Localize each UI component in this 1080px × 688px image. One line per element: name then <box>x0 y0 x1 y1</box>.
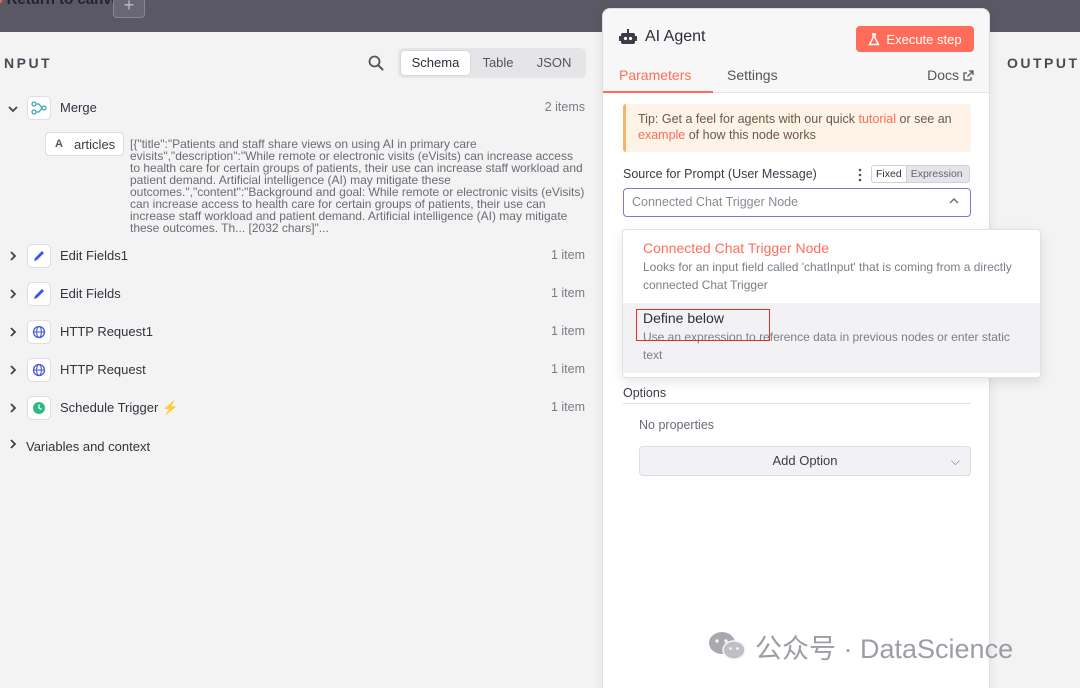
add-button[interactable]: + <box>113 0 145 18</box>
item-count: 1 item <box>550 248 585 262</box>
node-name: Schedule Trigger ⚡ <box>60 400 179 415</box>
view-mode-switch: Schema Table JSON <box>398 48 586 78</box>
example-link[interactable]: example <box>638 128 685 142</box>
node-tabs: Parameters Settings Docs <box>603 65 989 93</box>
node-row-http-request[interactable]: HTTP Request 1 item <box>0 358 602 384</box>
external-link-icon <box>963 69 974 81</box>
node-row-schedule-trigger[interactable]: Schedule Trigger ⚡ 1 item <box>0 396 602 422</box>
execute-step-button[interactable]: Execute step <box>856 26 974 52</box>
field-name: articles <box>74 136 116 152</box>
prompt-source-select[interactable]: Connected Chat Trigger Node <box>623 188 971 217</box>
chevron-right-icon[interactable] <box>6 249 20 263</box>
toggle-expression[interactable]: Expression <box>906 166 969 182</box>
watermark: 公众号 · DataScience <box>707 628 1013 664</box>
node-name: Edit Fields <box>60 286 121 301</box>
item-count: 2 items <box>544 100 585 114</box>
chevron-right-icon[interactable] <box>6 401 20 415</box>
fixed-expression-toggle: Fixed Expression <box>871 165 970 183</box>
prompt-source-dropdown: Connected Chat Trigger Node Looks for an… <box>622 229 1041 378</box>
tip-callout: Tip: Get a feel for agents with our quic… <box>623 104 971 152</box>
wechat-logo-icon <box>709 632 746 660</box>
input-panel: NPUT Schema Table JSON Merge 2 items A a… <box>0 32 602 688</box>
node-row-merge[interactable]: Merge 2 items <box>0 96 602 122</box>
docs-link[interactable]: Docs <box>927 67 974 83</box>
chevron-down-icon: ⌵ <box>950 454 960 468</box>
input-panel-title: NPUT <box>4 55 53 71</box>
chevron-up-icon <box>949 198 959 204</box>
node-name: Edit Fields1 <box>60 248 128 263</box>
prompt-source-label: Source for Prompt (User Message) <box>623 167 817 181</box>
globe-icon <box>27 358 51 382</box>
flask-icon <box>868 32 881 45</box>
no-properties-text: No properties <box>639 418 715 432</box>
node-name: HTTP Request1 <box>60 324 153 339</box>
chevron-down-icon[interactable] <box>6 102 20 116</box>
item-count: 1 item <box>550 286 585 300</box>
more-options-icon[interactable] <box>858 168 862 182</box>
clock-icon <box>27 396 51 420</box>
view-tab-json[interactable]: JSON <box>526 51 582 75</box>
pencil-icon <box>27 282 51 306</box>
tutorial-link[interactable]: tutorial <box>858 112 896 126</box>
view-tab-table[interactable]: Table <box>472 51 524 75</box>
item-count: 1 item <box>550 400 585 414</box>
tab-settings[interactable]: Settings <box>727 67 778 83</box>
search-icon[interactable] <box>368 55 384 71</box>
add-option-button[interactable]: Add Option ⌵ <box>639 446 971 476</box>
active-tab-indicator <box>603 91 713 93</box>
field-pill-articles[interactable]: A articles <box>45 132 125 156</box>
chevron-right-icon[interactable] <box>6 363 20 377</box>
node-row-edit-fields1[interactable]: Edit Fields1 1 item <box>0 244 602 270</box>
options-label: Options <box>623 386 667 400</box>
output-panel-title: OUTPUT <box>1007 55 1080 71</box>
node-row-edit-fields[interactable]: Edit Fields 1 item <box>0 282 602 308</box>
node-header: AI Agent Execute step Parameters Setting… <box>603 9 989 93</box>
node-name: Merge <box>60 100 97 115</box>
tab-parameters[interactable]: Parameters <box>619 67 691 83</box>
pencil-icon <box>27 244 51 268</box>
chevron-right-icon[interactable] <box>6 325 20 339</box>
highlight-annotation-box <box>636 309 770 341</box>
option-connected-chat-trigger[interactable]: Connected Chat Trigger Node Looks for an… <box>623 240 1040 294</box>
divider <box>623 403 971 404</box>
toggle-fixed[interactable]: Fixed <box>872 166 907 182</box>
item-count: 1 item <box>550 362 585 376</box>
node-title: AI Agent <box>645 28 706 45</box>
chevron-right-icon[interactable] <box>6 437 20 451</box>
chevron-right-icon[interactable] <box>6 287 20 301</box>
node-name: HTTP Request <box>60 362 146 377</box>
string-type-icon: A <box>55 138 63 150</box>
variables-label: Variables and context <box>26 439 151 454</box>
globe-icon <box>27 320 51 344</box>
merge-icon <box>27 96 51 120</box>
back-to-canvas-link[interactable]: ● Return to canvas <box>0 0 128 8</box>
robot-icon <box>619 29 637 44</box>
view-tab-schema[interactable]: Schema <box>401 51 470 75</box>
field-value: [{"title":"Patients and staff share view… <box>130 137 585 235</box>
item-count: 1 item <box>550 324 585 338</box>
node-row-http-request1[interactable]: HTTP Request1 1 item <box>0 320 602 346</box>
trigger-bolt-icon: ⚡ <box>162 400 179 415</box>
